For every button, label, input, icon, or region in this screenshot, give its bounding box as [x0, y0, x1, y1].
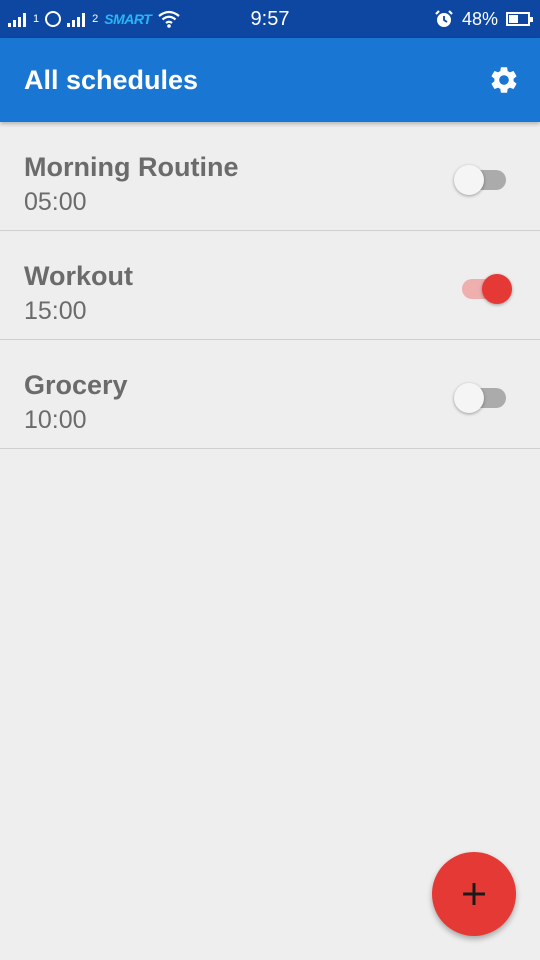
schedule-name: Grocery: [24, 370, 128, 400]
schedule-time: 10:00: [24, 406, 87, 434]
schedule-row-morning-routine[interactable]: Morning Routine 05:00: [0, 122, 540, 231]
schedule-name: Workout: [24, 261, 133, 291]
schedule-list: Morning Routine 05:00 Workout 15:00 Groc…: [0, 122, 540, 449]
toggle-thumb: [454, 165, 484, 195]
battery-percent: 48%: [461, 8, 498, 29]
gear-icon: [491, 67, 517, 93]
schedule-toggle[interactable]: [456, 272, 512, 304]
schedule-toggle[interactable]: [454, 163, 512, 195]
settings-button[interactable]: [486, 62, 522, 98]
schedule-time: 05:00: [24, 188, 87, 216]
schedule-name: Morning Routine: [24, 152, 239, 182]
battery-icon: [506, 12, 533, 26]
status-right-icons: 48%: [434, 0, 533, 38]
alarm-icon: [435, 10, 453, 27]
schedule-row-grocery[interactable]: Grocery 10:00: [0, 340, 540, 449]
toggle-thumb: [482, 274, 512, 304]
page-title: All schedules: [24, 65, 199, 95]
battery-fill: [509, 15, 518, 23]
toggle-thumb: [454, 383, 484, 413]
status-bar: 1 2 SMART 9:57 48%: [0, 0, 540, 38]
schedule-toggle[interactable]: [454, 381, 512, 413]
app-bar: All schedules: [0, 38, 540, 122]
schedule-row-workout[interactable]: Workout 15:00: [0, 231, 540, 340]
schedule-time: 15:00: [24, 297, 87, 325]
add-schedule-button[interactable]: [432, 852, 516, 936]
plus-icon: [463, 883, 485, 905]
